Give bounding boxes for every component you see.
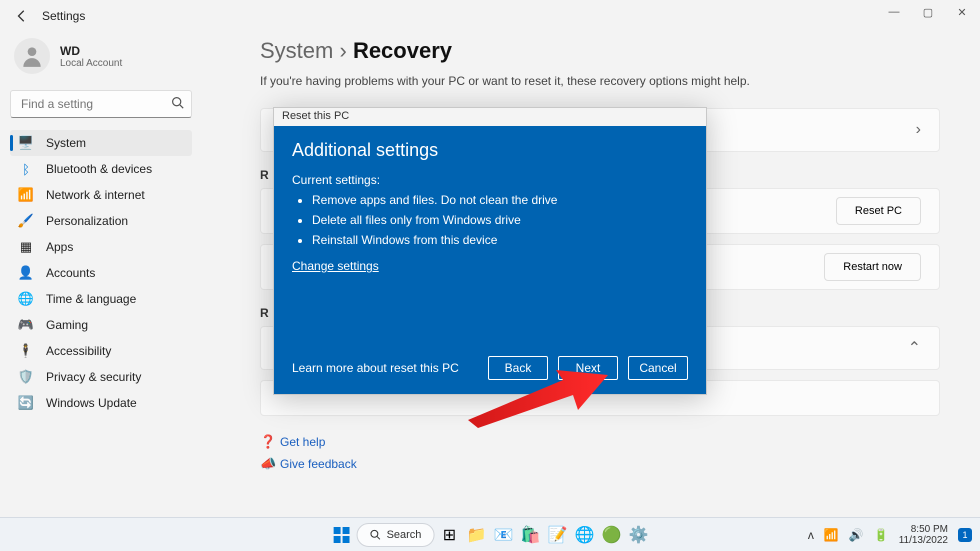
settings-list: Remove apps and files. Do not clean the … — [292, 193, 688, 253]
sidebar-item-bluetooth[interactable]: ᛒ Bluetooth & devices — [10, 156, 192, 182]
gamepad-icon: 🎮 — [18, 317, 34, 333]
titlebar: Settings — ▢ ✕ — [0, 0, 980, 32]
taskbar-app-edge[interactable]: 🌐 — [572, 523, 596, 547]
sidebar-item-label: Personalization — [46, 214, 128, 228]
taskbar-app-explorer[interactable]: 📁 — [464, 523, 488, 547]
taskbar: Search ⊞ 📁 📧 🛍️ 📝 🌐 🟢 ⚙️ ʌ 📶 🔊 🔋 8:50 PM… — [0, 517, 980, 551]
sidebar-item-label: Time & language — [46, 292, 136, 306]
wifi-icon[interactable]: 📶 — [824, 528, 839, 542]
list-item: Delete all files only from Windows drive — [312, 213, 688, 227]
shield-icon: 🛡️ — [18, 369, 34, 385]
globe-icon: 🌐 — [18, 291, 34, 307]
taskbar-search[interactable]: Search — [357, 523, 435, 547]
sidebar-item-label: Bluetooth & devices — [46, 162, 152, 176]
user-icon — [19, 43, 45, 69]
battery-icon[interactable]: 🔋 — [874, 528, 889, 542]
current-settings-label: Current settings: — [292, 173, 688, 187]
taskbar-app-notepad[interactable]: 📝 — [545, 523, 569, 547]
help-icon: ❓ — [260, 434, 280, 450]
apps-icon: ▦ — [18, 239, 34, 255]
window-title: Settings — [42, 9, 85, 23]
user-account-type: Local Account — [60, 58, 122, 69]
search-icon — [370, 529, 381, 540]
sidebar-item-network[interactable]: 📶 Network & internet — [10, 182, 192, 208]
breadcrumb: System › Recovery — [260, 38, 940, 64]
give-feedback-link[interactable]: 📣Give feedback — [260, 456, 940, 472]
learn-more-link[interactable]: Learn more about reset this PC — [292, 361, 459, 375]
reset-pc-dialog: Reset this PC Additional settings Curren… — [273, 107, 707, 395]
sidebar-item-label: Gaming — [46, 318, 88, 332]
page-description: If you're having problems with your PC o… — [260, 74, 940, 88]
dialog-heading: Additional settings — [292, 140, 688, 161]
sidebar-item-accounts[interactable]: 👤 Accounts — [10, 260, 192, 286]
tray-date: 11/13/2022 — [899, 535, 948, 546]
start-button[interactable] — [330, 523, 354, 547]
chevron-up-icon: ⌃ — [908, 338, 921, 358]
brush-icon: 🖌️ — [18, 213, 34, 229]
sidebar-item-update[interactable]: 🔄 Windows Update — [10, 390, 192, 416]
restart-now-button[interactable]: Restart now — [824, 253, 921, 281]
sidebar-item-system[interactable]: 🖥️ System — [10, 130, 192, 156]
list-item: Remove apps and files. Do not clean the … — [312, 193, 688, 207]
cancel-button[interactable]: Cancel — [628, 356, 688, 380]
dialog-titlebar: Reset this PC — [274, 108, 706, 126]
page-title: Recovery — [353, 38, 452, 63]
sidebar-item-label: Network & internet — [46, 188, 145, 202]
sidebar-item-label: Accessibility — [46, 344, 111, 358]
sidebar-item-privacy[interactable]: 🛡️ Privacy & security — [10, 364, 192, 390]
next-button[interactable]: Next — [558, 356, 618, 380]
sidebar-item-label: Apps — [46, 240, 73, 254]
tray-chevron-icon[interactable]: ʌ — [808, 528, 814, 542]
breadcrumb-separator: › — [339, 38, 346, 63]
reset-pc-button[interactable]: Reset PC — [836, 197, 921, 225]
taskbar-app-mail[interactable]: 📧 — [491, 523, 515, 547]
sidebar-item-label: Privacy & security — [46, 370, 141, 384]
arrow-left-icon — [15, 9, 29, 23]
notification-badge[interactable]: 1 — [958, 528, 972, 542]
wifi-icon: 📶 — [18, 187, 34, 203]
feedback-icon: 📣 — [260, 456, 280, 472]
maximize-button[interactable]: ▢ — [918, 6, 938, 19]
sidebar-item-personalization[interactable]: 🖌️ Personalization — [10, 208, 192, 234]
sidebar-item-accessibility[interactable]: 🕴 Accessibility — [10, 338, 192, 364]
search-icon — [171, 96, 184, 114]
back-button[interactable] — [12, 6, 32, 26]
list-item: Reinstall Windows from this device — [312, 233, 688, 247]
taskbar-app-settings[interactable]: ⚙️ — [626, 523, 650, 547]
close-button[interactable]: ✕ — [952, 6, 972, 19]
sidebar-item-gaming[interactable]: 🎮 Gaming — [10, 312, 192, 338]
task-view-button[interactable]: ⊞ — [437, 523, 461, 547]
sidebar: WD Local Account 🖥️ System ᛒ Bluetooth & d… — [0, 32, 200, 551]
sidebar-item-time[interactable]: 🌐 Time & language — [10, 286, 192, 312]
system-tray: ʌ 📶 🔊 🔋 8:50 PM 11/13/2022 1 — [808, 524, 972, 546]
taskbar-app-store[interactable]: 🛍️ — [518, 523, 542, 547]
tray-time: 8:50 PM — [899, 524, 948, 535]
back-button[interactable]: Back — [488, 356, 548, 380]
sidebar-item-label: Windows Update — [46, 396, 137, 410]
sidebar-item-apps[interactable]: ▦ Apps — [10, 234, 192, 260]
user-profile[interactable]: WD Local Account — [10, 38, 192, 74]
system-icon: 🖥️ — [18, 135, 34, 151]
search-input[interactable] — [10, 90, 192, 118]
sidebar-item-label: Accounts — [46, 266, 95, 280]
accessibility-icon: 🕴 — [18, 343, 34, 359]
breadcrumb-parent[interactable]: System — [260, 38, 333, 63]
get-help-link[interactable]: ❓Get help — [260, 434, 940, 450]
taskbar-app-chrome[interactable]: 🟢 — [599, 523, 623, 547]
change-settings-link[interactable]: Change settings — [292, 259, 688, 273]
update-icon: 🔄 — [18, 395, 34, 411]
avatar — [14, 38, 50, 74]
chevron-right-icon: › — [916, 121, 921, 139]
sidebar-item-label: System — [46, 136, 86, 150]
search-box[interactable] — [10, 90, 192, 118]
user-name: WD — [60, 44, 122, 58]
clock[interactable]: 8:50 PM 11/13/2022 — [899, 524, 948, 546]
volume-icon[interactable]: 🔊 — [849, 528, 864, 542]
bluetooth-icon: ᛒ — [18, 161, 34, 177]
minimize-button[interactable]: — — [884, 6, 904, 19]
person-icon: 👤 — [18, 265, 34, 281]
